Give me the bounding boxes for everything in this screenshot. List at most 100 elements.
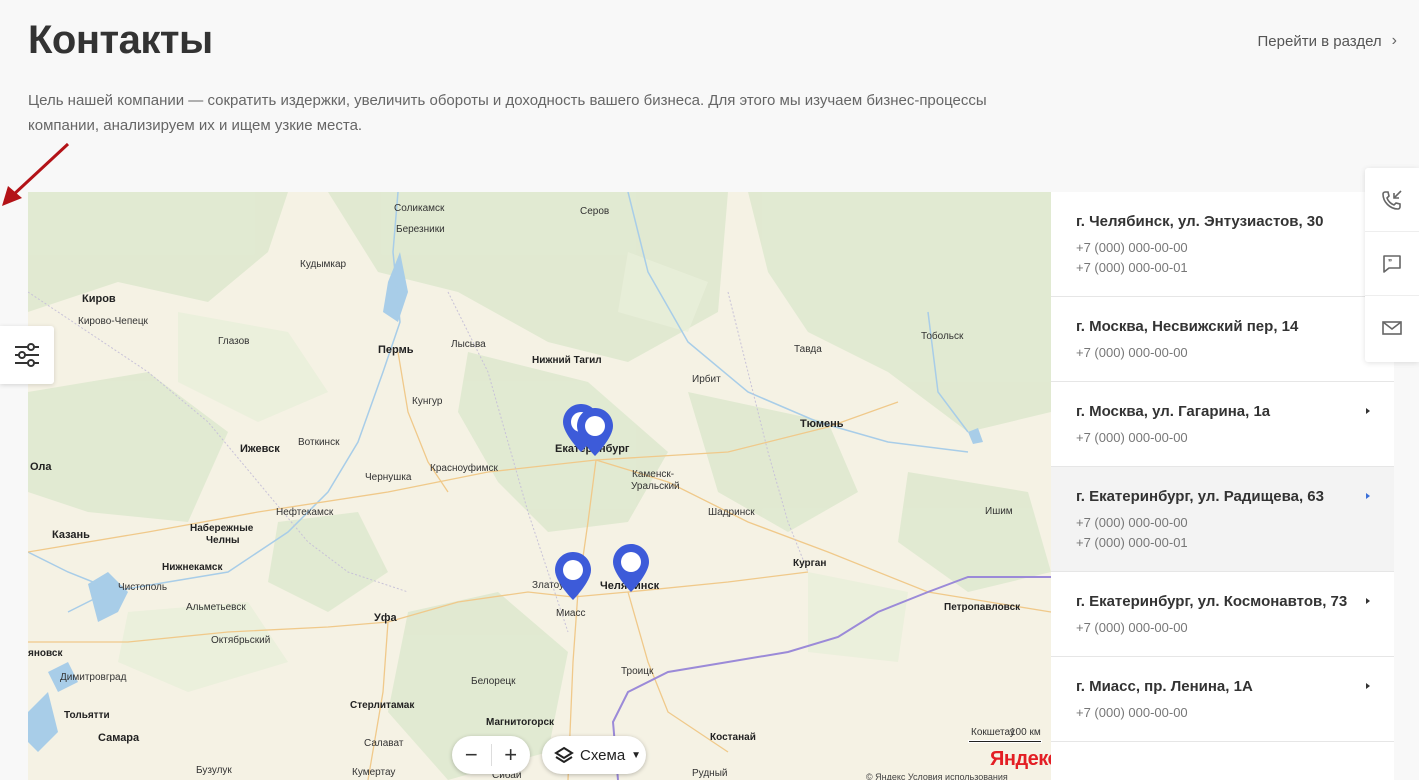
city-label: Глазов <box>218 336 250 347</box>
map-copyright[interactable]: © Яндекс Условия использования <box>866 772 1008 780</box>
city-label: Альметьевск <box>186 602 246 613</box>
yandex-logo[interactable]: Яндекс <box>990 748 1051 771</box>
filter-button[interactable] <box>0 326 54 384</box>
city-label: Кирово-Чепецк <box>78 316 148 327</box>
contacts-list: г. Челябинск, ул. Энтузиастов, 30 +7 (00… <box>1051 192 1394 780</box>
city-label: Лысьва <box>451 339 486 350</box>
city-label: Челны <box>206 535 240 546</box>
city-label: Уральский <box>631 481 680 492</box>
city-label: Нижний Тагил <box>532 355 602 366</box>
city-label: Самара <box>98 732 140 744</box>
caret-down-icon: ▼ <box>631 749 642 761</box>
city-label: Ижевск <box>240 443 280 455</box>
contact-address: г. Миасс, пр. Ленина, 1А <box>1076 678 1253 695</box>
zoom-control: − + <box>452 736 530 774</box>
contact-item[interactable]: г. Челябинск, ул. Энтузиастов, 30 +7 (00… <box>1051 192 1394 297</box>
city-label: Кудымкар <box>300 259 347 270</box>
city-label: Миасс <box>556 608 586 619</box>
city-label: Уфа <box>374 612 397 624</box>
city-label: Березники <box>396 224 445 235</box>
contact-item[interactable]: г. Екатеринбург, ул. Космонавтов, 73 +7 … <box>1051 572 1394 657</box>
intro-text: Цель нашей компании — сократить издержки… <box>28 92 987 134</box>
city-label: Тольятти <box>64 710 110 721</box>
chat-button[interactable]: ❞ <box>1365 232 1419 296</box>
contact-phone[interactable]: +7 (000) 000-00-00 <box>1076 513 1369 533</box>
city-label: Воткинск <box>298 437 340 448</box>
city-label: Ишим <box>985 506 1013 517</box>
city-label: Троицк <box>621 666 654 677</box>
city-label: Димитровград <box>60 672 127 683</box>
city-label: Красноуфимск <box>430 463 498 474</box>
contact-address: г. Москва, Несвижский пер, 14 <box>1076 318 1299 335</box>
contact-phone[interactable]: +7 (000) 000-00-00 <box>1076 703 1369 723</box>
city-label: Казань <box>52 529 90 541</box>
city-label: Тавда <box>794 344 822 355</box>
caret-right-icon <box>1366 683 1370 689</box>
contacts-page: Контакты Перейти в раздел › Цель нашей к… <box>0 0 1419 780</box>
city-label: Ирбит <box>692 374 721 385</box>
contact-item[interactable]: г. Миасс, пр. Ленина, 1А +7 (000) 000-00… <box>1051 657 1394 742</box>
map-pin-icon[interactable] <box>553 550 593 602</box>
city-label: Ола <box>30 461 52 473</box>
goto-section-link[interactable]: Перейти в раздел › <box>1258 32 1397 50</box>
city-label: Тюмень <box>800 418 844 430</box>
city-label: Пермь <box>378 344 414 356</box>
city-label: Магнитогорск <box>486 717 555 728</box>
contact-phone[interactable]: +7 (000) 000-00-00 <box>1076 343 1369 363</box>
scale-bar <box>968 740 1042 743</box>
svg-text:❞: ❞ <box>1388 258 1392 267</box>
chevron-right-icon: › <box>1391 32 1397 49</box>
contact-phone[interactable]: +7 (000) 000-00-00 <box>1076 428 1369 448</box>
layers-icon <box>554 746 574 764</box>
city-label: Нижнекамск <box>162 562 223 573</box>
city-label: Шадринск <box>708 507 755 518</box>
city-label: Набережные <box>190 523 254 534</box>
city-label: Кунгур <box>412 396 443 407</box>
contact-address: г. Москва, ул. Гагарина, 1а <box>1076 403 1271 420</box>
contact-phone[interactable]: +7 (000) 000-00-01 <box>1076 533 1369 553</box>
contact-phone[interactable]: +7 (000) 000-00-00 <box>1076 618 1369 638</box>
sliders-icon <box>15 343 39 367</box>
city-label: Кумертау <box>352 767 396 778</box>
chat-icon: ❞ <box>1383 254 1401 273</box>
city-label: Каменск- <box>632 469 675 480</box>
zoom-in-button[interactable]: + <box>491 736 530 774</box>
contact-address: г. Челябинск, ул. Энтузиастов, 30 <box>1076 213 1324 230</box>
page-title: Контакты <box>28 18 213 62</box>
scale-label: 100 км <box>1010 727 1041 738</box>
callback-button[interactable] <box>1365 168 1419 232</box>
city-label: Стерлитамак <box>350 700 415 711</box>
mail-button[interactable] <box>1365 296 1419 360</box>
city-label: Бузулук <box>196 765 232 776</box>
city-label: Рудный <box>692 768 728 779</box>
caret-right-icon <box>1366 408 1370 414</box>
contact-item[interactable]: г. Москва, Несвижский пер, 14 +7 (000) 0… <box>1051 297 1394 382</box>
map-layers-button[interactable]: Схема ▼ <box>542 736 646 774</box>
contact-address: г. Екатеринбург, ул. Радищева, 63 <box>1076 488 1324 505</box>
city-label: Чистополь <box>118 582 168 593</box>
map-background <box>28 192 1051 780</box>
contact-phone[interactable]: +7 (000) 000-00-00 <box>1076 238 1369 258</box>
caret-right-icon <box>1366 493 1370 499</box>
map-pin-icon[interactable] <box>575 406 615 458</box>
contact-item-active[interactable]: г. Екатеринбург, ул. Радищева, 63 +7 (00… <box>1051 467 1394 572</box>
city-label: Чернушка <box>365 472 412 483</box>
contact-item[interactable]: г. Москва, ул. Гагарина, 1а +7 (000) 000… <box>1051 382 1394 467</box>
mail-icon <box>1382 321 1402 335</box>
city-label: Петропавловск <box>944 602 1021 613</box>
goto-section-label: Перейти в раздел <box>1257 32 1382 50</box>
city-label: Курган <box>793 558 827 569</box>
callback-icon <box>1382 189 1402 210</box>
city-label: Салават <box>364 738 404 749</box>
city-label: Серов <box>580 206 610 217</box>
city-label: Тобольск <box>921 331 964 342</box>
city-label: Соликамск <box>394 203 445 214</box>
zoom-out-button[interactable]: − <box>452 736 491 774</box>
contact-phone[interactable]: +7 (000) 000-00-01 <box>1076 258 1369 278</box>
city-label: Нефтекамск <box>276 507 334 518</box>
city-label: Октябрьский <box>211 635 271 646</box>
map[interactable]: Соликамск Серов Березники Кудымкар Киров… <box>28 192 1051 780</box>
city-label: Киров <box>82 293 116 305</box>
contact-address: г. Екатеринбург, ул. Космонавтов, 73 <box>1076 593 1348 610</box>
map-pin-icon[interactable] <box>611 542 651 594</box>
